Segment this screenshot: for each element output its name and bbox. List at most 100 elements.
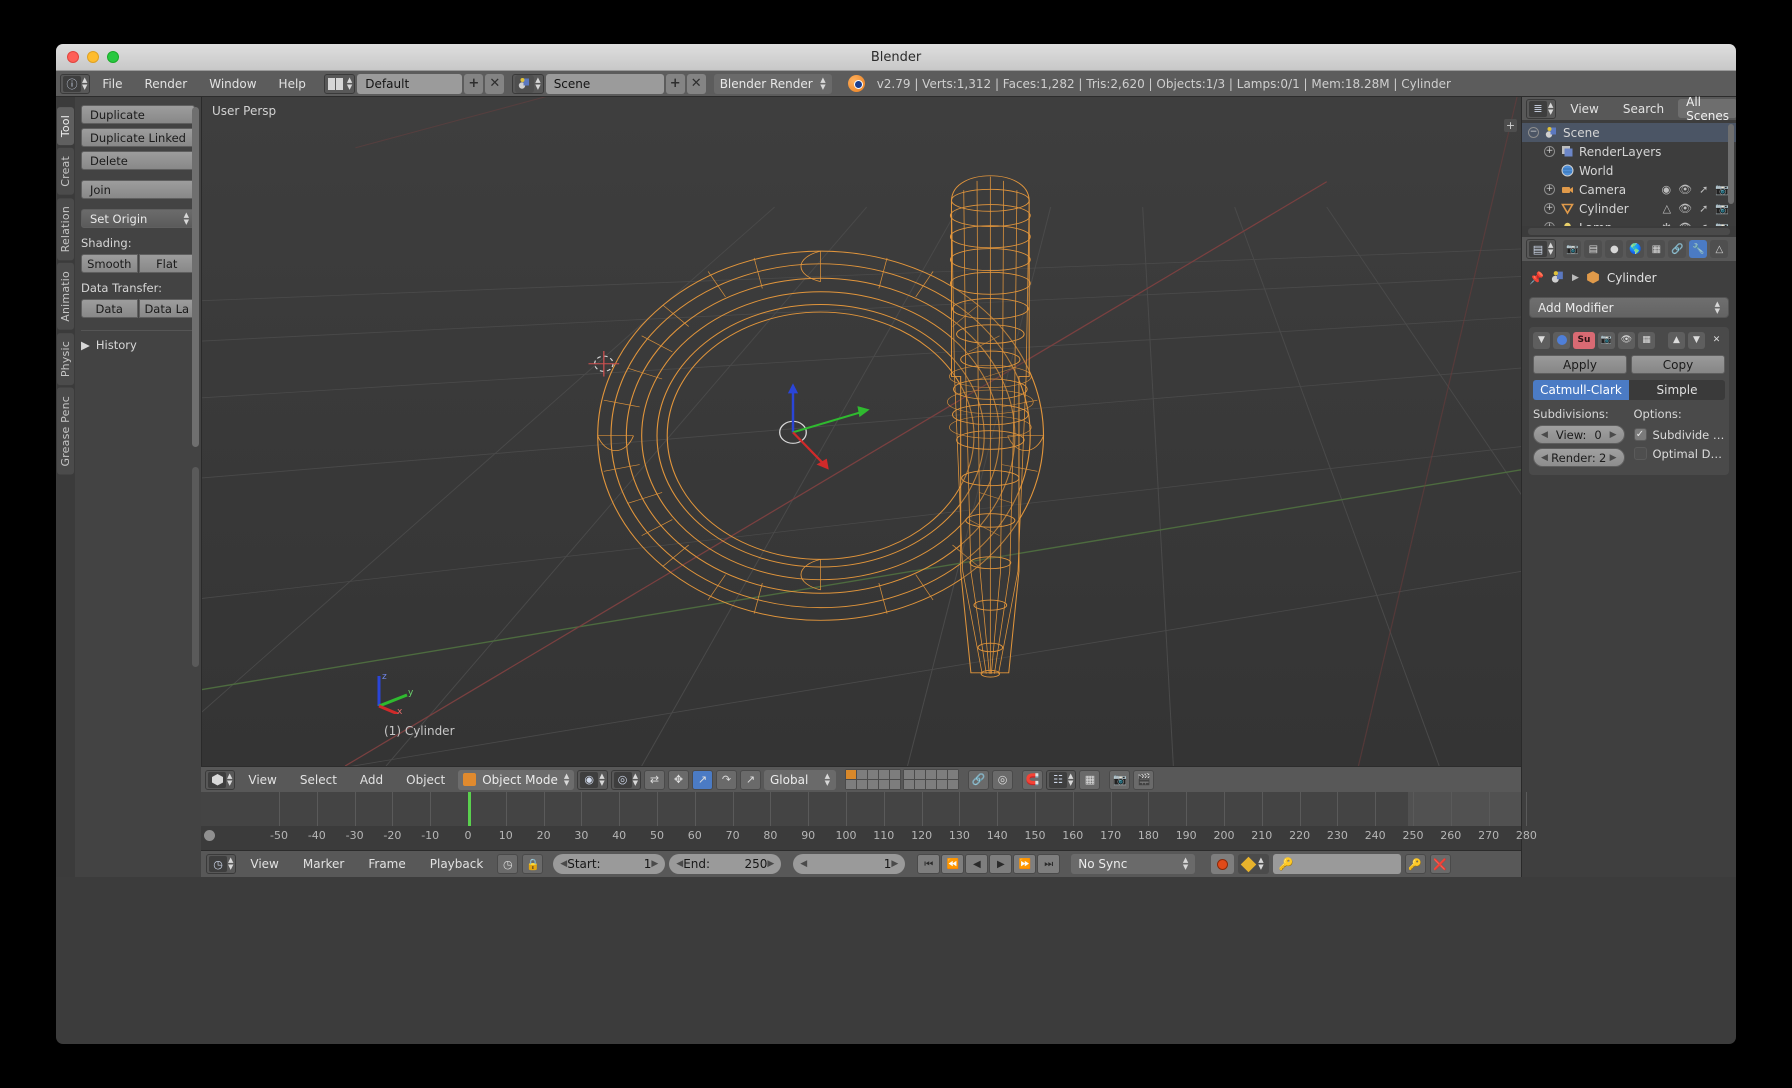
outliner-row-cylinder[interactable]: + Cylinder △ 👁 ➚ 📷 xyxy=(1522,199,1736,218)
outliner-row-toggles[interactable]: ✲ 👁 ➚ 📷 xyxy=(1662,221,1736,226)
properties-editor-type[interactable]: ▤ ▲ ▼ xyxy=(1526,239,1557,259)
tab-modifiers-icon[interactable]: 🔧 xyxy=(1689,240,1708,258)
decrement-icon[interactable]: ◀ xyxy=(560,859,567,869)
expand-icon[interactable]: + xyxy=(1544,222,1555,226)
data-transfer-button[interactable]: Data xyxy=(81,299,138,318)
timeline-scroll-handle[interactable] xyxy=(204,830,215,841)
outliner-scrollbar[interactable] xyxy=(1728,124,1734,204)
start-frame-field[interactable]: ◀ Start: 1 ▶ xyxy=(553,854,666,874)
outliner-row-camera[interactable]: + Camera ◉ 👁 ➚ 📷 xyxy=(1522,180,1736,199)
manipulator-toggle-icon[interactable]: ✥ xyxy=(668,769,689,790)
data-transfer-layout-button[interactable]: Data La xyxy=(138,299,195,318)
tab-render-icon[interactable]: 📷 xyxy=(1563,240,1582,258)
snap-magnet-icon[interactable]: 🧲 xyxy=(1022,769,1043,790)
shade-smooth-button[interactable]: Smooth xyxy=(81,254,138,273)
expand-icon[interactable]: + xyxy=(1544,203,1555,214)
toolshelf-scrollbar[interactable] xyxy=(192,107,199,447)
collapse-icon[interactable]: − xyxy=(1528,127,1539,138)
timeline-editor[interactable]: -50 -40 -30 -20 -10 0 10 20 30 40 50 60 70 80 90 100 110… xyxy=(201,792,1537,850)
proportional-edit-icon[interactable]: ◎ xyxy=(992,769,1013,790)
outliner-tree[interactable]: − Scene + RenderLayers World + Camera ◉ … xyxy=(1522,120,1736,226)
add-scene-button[interactable]: + xyxy=(665,73,685,94)
tab-animation[interactable]: Animatio xyxy=(57,263,74,331)
duplicate-linked-button[interactable]: Duplicate Linked xyxy=(81,128,195,147)
outliner-row-toggles[interactable]: △ 👁 ➚ 📷 xyxy=(1663,202,1736,215)
timeline-menu-playback[interactable]: Playback xyxy=(420,855,494,873)
toolshelf-scrollbar-lower[interactable] xyxy=(192,467,199,667)
tab-physics[interactable]: Physic xyxy=(57,333,74,386)
move-down-icon[interactable]: ▼ xyxy=(1688,331,1705,349)
render-engine-selector[interactable]: Blender Render ▲ ▼ xyxy=(713,73,832,94)
pivot-individual-origins-icon[interactable]: ⇄ xyxy=(644,769,665,790)
modifier-name-field[interactable]: Su xyxy=(1573,331,1595,349)
restrict-view-icon[interactable]: 👁 xyxy=(1678,202,1692,215)
history-panel-header[interactable]: ▶ History xyxy=(81,330,195,352)
restrict-render-icon[interactable]: ✲ xyxy=(1662,221,1671,226)
play-reverse-button[interactable]: ◀ xyxy=(965,854,989,874)
layer-group-top[interactable] xyxy=(845,769,901,790)
add-screen-button[interactable]: + xyxy=(464,73,484,94)
viewport-3d[interactable]: User Persp + z y x (1) Cylinder xyxy=(201,97,1521,766)
screen-layout-selector[interactable]: ▲ ▼ xyxy=(323,73,356,94)
outliner-menu-view[interactable]: View xyxy=(1560,100,1608,118)
add-modifier-dropdown[interactable]: Add Modifier ▲ ▼ xyxy=(1529,297,1729,318)
lock-to-scene-icon[interactable]: 🔗 xyxy=(968,769,989,790)
join-button[interactable]: Join xyxy=(81,180,195,199)
layer-group-bottom[interactable] xyxy=(903,769,959,790)
viewport-menu-select[interactable]: Select xyxy=(290,771,347,789)
tab-scene-icon[interactable]: ● xyxy=(1605,240,1624,258)
restrict-render-camera-icon[interactable]: 📷 xyxy=(1715,183,1729,196)
play-button[interactable]: ▶ xyxy=(989,854,1013,874)
increment-icon[interactable]: ▶ xyxy=(1610,430,1617,440)
editor-type-selector[interactable]: ⓘ ▲ ▼ xyxy=(60,73,91,94)
restrict-render-camera-icon[interactable]: 📷 xyxy=(1715,202,1729,215)
delete-button[interactable]: Delete xyxy=(81,151,195,170)
restrict-select-icon[interactable]: ➚ xyxy=(1699,183,1708,196)
tab-object-icon[interactable]: ▦ xyxy=(1647,240,1666,258)
restrict-render-icon[interactable]: ◉ xyxy=(1662,183,1672,196)
sync-mode-selector[interactable]: No Sync ▲ ▼ xyxy=(1071,854,1196,874)
show-in-render-icon[interactable]: 📷 xyxy=(1598,331,1615,349)
previous-keyframe-button[interactable]: ⏪ xyxy=(941,854,965,874)
pin-icon[interactable]: 📌 xyxy=(1529,271,1544,285)
outliner-row-world[interactable]: World xyxy=(1522,161,1736,180)
viewport-menu-object[interactable]: Object xyxy=(396,771,455,789)
viewport-menu-add[interactable]: Add xyxy=(350,771,393,789)
keyframe-type-selector[interactable]: ▲ ▼ xyxy=(1238,854,1269,874)
outliner-display-mode[interactable]: All Scenes xyxy=(1678,95,1736,123)
tab-constraints-icon[interactable]: 🔗 xyxy=(1668,240,1687,258)
tab-world-icon[interactable]: 🌎 xyxy=(1626,240,1645,258)
apply-modifier-button[interactable]: Apply xyxy=(1533,355,1627,374)
jump-to-start-button[interactable]: ⏮ xyxy=(917,854,941,874)
snap-target-icon[interactable]: ▦ xyxy=(1079,769,1101,790)
manipulator-scale-icon[interactable]: ↗ xyxy=(740,769,761,790)
outliner-row-renderlayers[interactable]: + RenderLayers xyxy=(1522,142,1736,161)
show-in-viewport-icon[interactable]: 👁 xyxy=(1618,331,1635,349)
tab-tool[interactable]: Tool xyxy=(57,107,74,146)
restrict-render-icon[interactable]: △ xyxy=(1663,202,1671,215)
shade-flat-button[interactable]: Flat xyxy=(138,254,195,273)
menu-window[interactable]: Window xyxy=(199,75,266,93)
end-frame-field[interactable]: ◀ End: 250 ▶ xyxy=(669,854,782,874)
catmull-clark-button[interactable]: Catmull-Clark xyxy=(1533,380,1629,400)
jump-to-end-button[interactable]: ⏭ xyxy=(1037,854,1061,874)
restrict-view-icon[interactable]: 👁 xyxy=(1678,183,1692,196)
menu-render[interactable]: Render xyxy=(134,75,197,93)
restrict-render-camera-icon[interactable]: 📷 xyxy=(1715,221,1729,226)
viewport-expand-icon[interactable]: + xyxy=(1504,119,1517,132)
restrict-view-icon[interactable]: 👁 xyxy=(1678,221,1692,226)
manipulator-translate-icon[interactable]: ↗ xyxy=(692,769,713,790)
delete-screen-button[interactable]: ✕ xyxy=(485,73,505,94)
tab-data-icon[interactable]: △ xyxy=(1710,240,1729,258)
pivot-point-selector[interactable]: ◎ ▲ ▼ xyxy=(610,769,641,790)
decrement-icon[interactable]: ◀ xyxy=(676,859,683,869)
increment-icon[interactable]: ▶ xyxy=(651,859,658,869)
timeline-menu-frame[interactable]: Frame xyxy=(358,855,415,873)
render-subdivisions-stepper[interactable]: ◀ Render: 2 ▶ xyxy=(1533,448,1625,467)
decrement-icon[interactable]: ◀ xyxy=(1541,453,1548,463)
scene-name-field[interactable]: Scene xyxy=(545,73,664,94)
timeline-track[interactable] xyxy=(201,792,1528,826)
screen-layout-name[interactable]: Default xyxy=(357,73,463,94)
timeline-menu-view[interactable]: View xyxy=(240,855,288,873)
menu-file[interactable]: File xyxy=(92,75,132,93)
